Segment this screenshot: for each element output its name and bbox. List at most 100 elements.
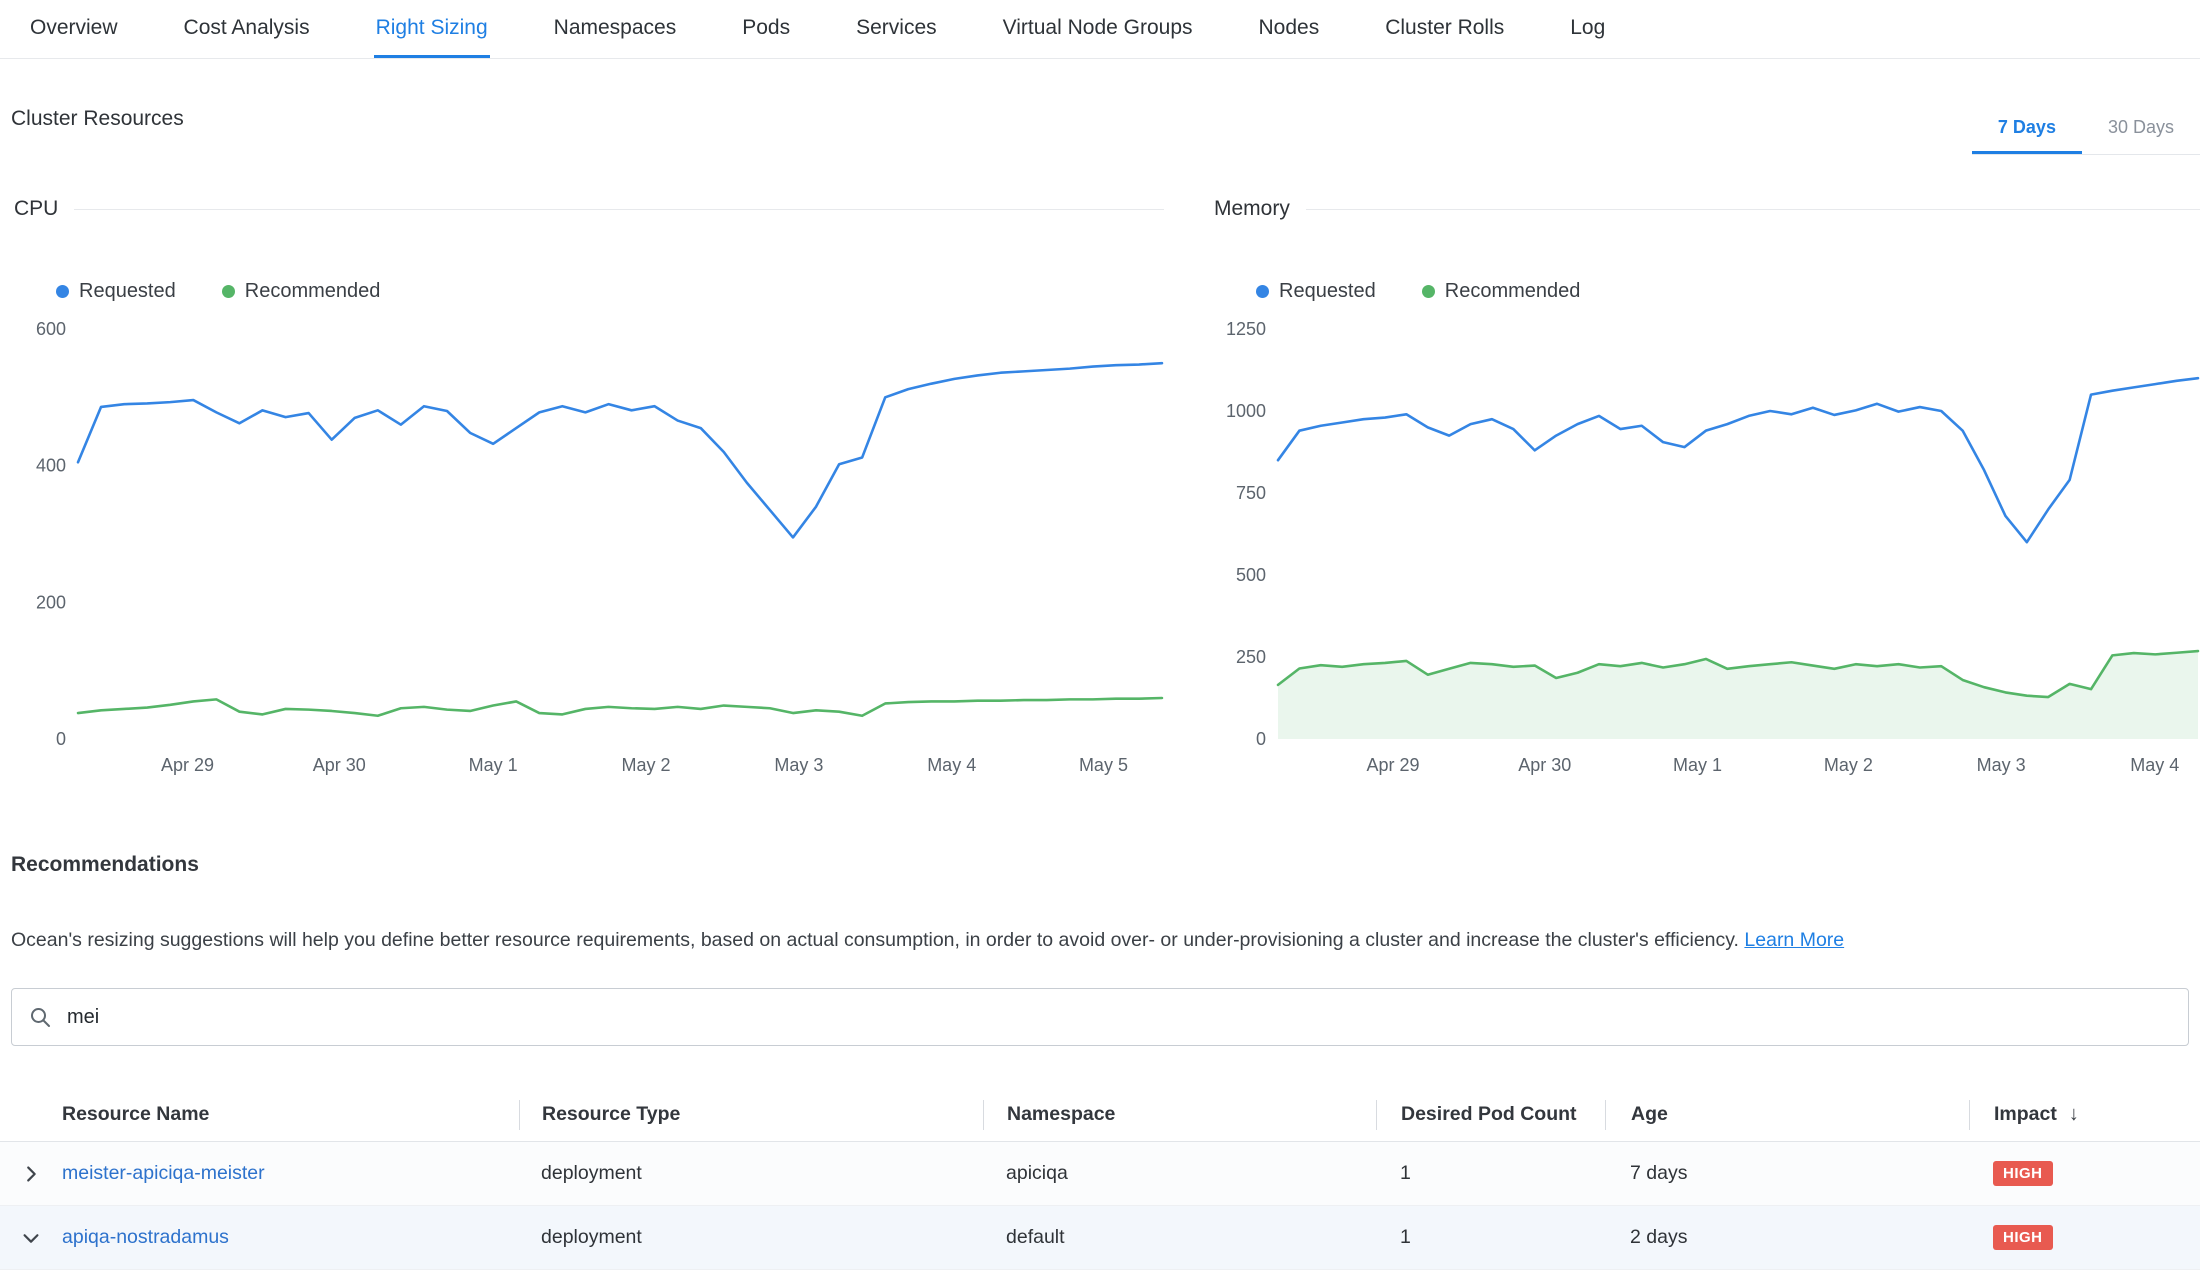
y-axis-tick-label: 600	[36, 319, 66, 339]
search-box[interactable]	[11, 988, 2189, 1046]
table-header: Resource Name Resource Type Namespace De…	[0, 1088, 2200, 1142]
header-resource-name[interactable]: Resource Name	[0, 1100, 519, 1130]
tab-virtual-node-groups[interactable]: Virtual Node Groups	[1001, 0, 1195, 58]
tab-namespaces[interactable]: Namespaces	[552, 0, 679, 58]
cpu-chart: 0200400600Apr 29Apr 30May 1May 2May 3May…	[14, 313, 1164, 783]
header-age[interactable]: Age	[1605, 1100, 1969, 1130]
y-axis-tick-label: 1000	[1226, 401, 1266, 421]
cluster-resources-title: Cluster Resources	[11, 107, 184, 155]
impact-badge: HIGH	[1993, 1161, 2053, 1186]
recommended-line	[78, 698, 1162, 716]
header-label: Resource Name	[62, 1103, 209, 1126]
legend-label: Recommended	[1445, 280, 1581, 303]
legend-dot	[56, 285, 69, 298]
learn-more-link[interactable]: Learn More	[1744, 929, 1844, 951]
y-axis-tick-label: 200	[36, 592, 66, 612]
memory-chart-area: 025050075010001250Apr 29Apr 30May 1May 2…	[1214, 313, 2200, 783]
recommendations-table: Resource Name Resource Type Namespace De…	[0, 1088, 2200, 1270]
age-cell: 2 days	[1605, 1226, 1969, 1249]
recommendations-title: Recommendations	[11, 853, 2200, 877]
y-axis-tick-label: 250	[1236, 647, 1266, 667]
legend-label: Requested	[1279, 280, 1376, 303]
legend-dot	[1256, 285, 1269, 298]
desired-pod-count-cell: 1	[1376, 1226, 1605, 1249]
chevron-down-icon	[20, 1227, 42, 1249]
x-axis-tick-label: May 2	[1824, 755, 1873, 775]
legend-dot	[222, 285, 235, 298]
top-nav: Overview Cost Analysis Right Sizing Namespa…	[0, 0, 2200, 59]
resource-name-link[interactable]: meister-apiciqa-meister	[62, 1162, 265, 1185]
x-axis-tick-label: May 3	[1977, 755, 2026, 775]
cluster-resources-header: Cluster Resources 7 Days30 Days	[0, 103, 2200, 155]
resource-type-cell: deployment	[519, 1162, 983, 1185]
tab-cluster-rolls[interactable]: Cluster Rolls	[1383, 0, 1506, 58]
tab-overview[interactable]: Overview	[28, 0, 120, 58]
charts-row: CPU Requested Recommended 0 200 400 600 Apr 2…	[0, 197, 2200, 783]
tab-pods[interactable]: Pods	[740, 0, 792, 58]
tab-right-sizing[interactable]: Right Sizing	[374, 0, 490, 58]
tab-log[interactable]: Log	[1568, 0, 1607, 58]
header-resource-type[interactable]: Resource Type	[519, 1100, 983, 1130]
header-namespace[interactable]: Namespace	[983, 1100, 1376, 1130]
expand-row-button[interactable]	[0, 1163, 62, 1185]
x-axis-tick-label: May 5	[1079, 755, 1128, 775]
namespace-cell: apiciqa	[983, 1162, 1376, 1185]
recommended-area	[1278, 651, 2198, 739]
x-axis-tick-label: Apr 29	[161, 755, 214, 775]
header-label: Resource Type	[542, 1103, 680, 1126]
resource-type-cell: deployment	[519, 1226, 983, 1249]
memory-chart-title: Memory	[1214, 197, 1290, 221]
legend-label: Recommended	[245, 280, 381, 303]
header-impact[interactable]: Impact ↓	[1969, 1100, 2200, 1130]
tab-cost-analysis[interactable]: Cost Analysis	[182, 0, 312, 58]
memory-chart: 025050075010001250Apr 29Apr 30May 1May 2…	[1214, 313, 2200, 783]
y-axis-tick-label: 400	[36, 456, 66, 476]
memory-chart-legend: Requested Recommended	[1256, 277, 2200, 305]
legend-requested[interactable]: Requested	[56, 280, 176, 303]
header-label: Namespace	[1007, 1103, 1115, 1126]
cpu-chart-title: CPU	[14, 197, 58, 221]
table-body: meister-apiciqa-meisterdeploymentapiciqa…	[0, 1142, 2200, 1270]
tab-nodes[interactable]: Nodes	[1257, 0, 1322, 58]
table-row: apiqa-nostradamusdeploymentdefault12 day…	[0, 1206, 2200, 1270]
range-tab-30-days[interactable]: 30 Days	[2082, 103, 2200, 154]
header-label: Desired Pod Count	[1401, 1103, 1577, 1126]
table-row: meister-apiciqa-meister deploymentapiciqa…	[0, 1142, 2200, 1206]
legend-recommended[interactable]: Recommended	[222, 280, 381, 303]
x-axis-tick-label: May 3	[774, 755, 823, 775]
header-label: Impact	[1994, 1103, 2057, 1126]
x-axis-tick-label: May 4	[927, 755, 976, 775]
desired-pod-count-cell: 1	[1376, 1162, 1605, 1185]
collapse-row-button[interactable]	[0, 1227, 62, 1249]
x-axis-tick-label: Apr 29	[1366, 755, 1419, 775]
memory-chart-block: Memory Requested Recommended 0 250 500 750 10…	[1214, 197, 2200, 783]
header-label: Age	[1631, 1103, 1668, 1126]
cpu-chart-title-row: CPU	[14, 197, 1164, 221]
x-axis-tick-label: May 4	[2130, 755, 2179, 775]
x-axis-tick-label: Apr 30	[313, 755, 366, 775]
impact-cell: HIGH	[1969, 1225, 2200, 1250]
x-axis-tick-label: May 1	[469, 755, 518, 775]
age-cell: 7 days	[1605, 1162, 1969, 1185]
legend-requested[interactable]: Requested	[1256, 280, 1376, 303]
range-tab-7-days[interactable]: 7 Days	[1972, 103, 2082, 154]
divider	[74, 209, 1164, 210]
y-axis-tick-label: 500	[1236, 565, 1266, 585]
sort-desc-icon[interactable]: ↓	[2069, 1103, 2079, 1126]
y-axis-tick-label: 1250	[1226, 319, 1266, 339]
search-input[interactable]	[65, 1005, 2172, 1030]
cpu-chart-area: 0200400600Apr 29Apr 30May 1May 2May 3May…	[14, 313, 1164, 783]
requested-line	[78, 363, 1162, 537]
y-axis-tick-label: 0	[56, 729, 66, 749]
divider	[1306, 209, 2200, 210]
time-range-tabs: 7 Days30 Days	[1972, 103, 2200, 155]
legend-recommended[interactable]: Recommended	[1422, 280, 1581, 303]
y-axis-tick-label: 750	[1236, 483, 1266, 503]
y-axis-tick-label: 0	[1256, 729, 1266, 749]
tab-services[interactable]: Services	[854, 0, 939, 58]
resource-name-link[interactable]: apiqa-nostradamus	[62, 1226, 229, 1249]
resource-name-cell: apiqa-nostradamus	[62, 1226, 519, 1249]
memory-chart-title-row: Memory	[1214, 197, 2200, 221]
recommendations-description: Ocean's resizing suggestions will help y…	[11, 929, 2189, 952]
header-desired-pod-count[interactable]: Desired Pod Count	[1376, 1100, 1605, 1130]
